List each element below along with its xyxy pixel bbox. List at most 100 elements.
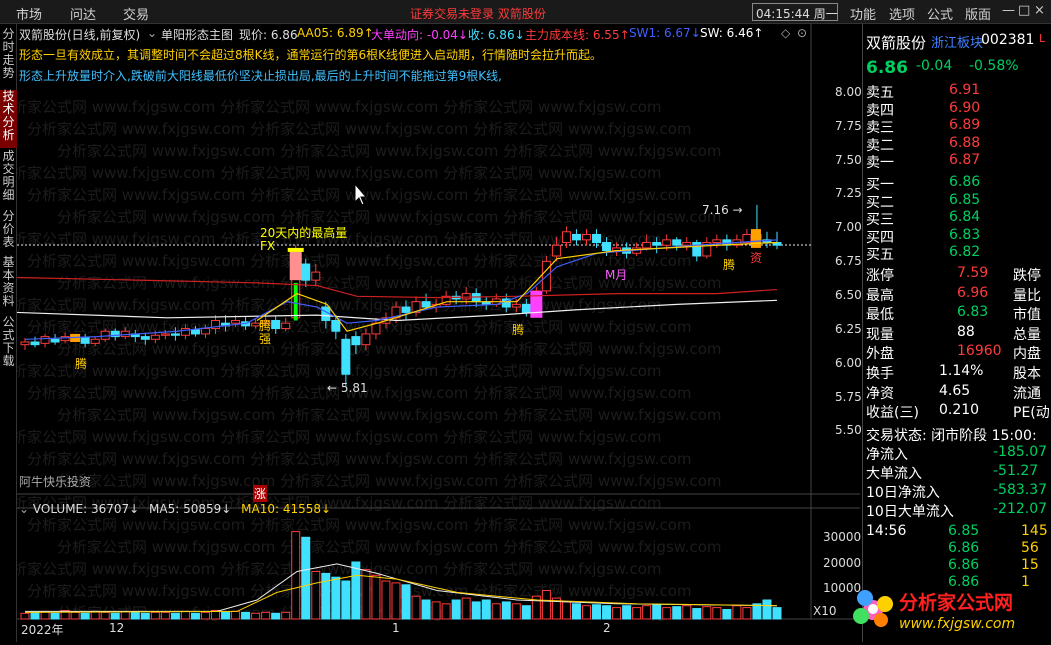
- volume-bar: [421, 599, 431, 620]
- indicator-name[interactable]: 单阳形态主图: [161, 26, 233, 43]
- flag-icon: L: [1039, 32, 1046, 45]
- annotation-low: ← 5.81: [327, 381, 368, 395]
- menu-trade[interactable]: 交易: [123, 4, 149, 23]
- annotation-qiang: 强: [259, 332, 271, 346]
- stat-row-cell: 收益(三): [866, 405, 919, 421]
- minimize-button[interactable]: —: [1002, 3, 1015, 18]
- flow-row: 大单流入 -51.27: [863, 463, 1051, 482]
- stat-row-cell: 总量: [1013, 326, 1041, 343]
- watermark-text: 分析家公式网 www.fxjgsw.com 分析家公式网 www.fxjgsw.…: [57, 538, 722, 556]
- volume-bar: [491, 603, 501, 620]
- stat-row-cell: 6.96: [957, 284, 989, 301]
- price-tick: 7.75: [835, 119, 862, 133]
- indicator-dropdown-icon[interactable]: ⌄: [147, 26, 157, 40]
- price-change: -0.04: [916, 58, 953, 74]
- volume-bar: [571, 603, 581, 620]
- candle-body: [511, 303, 521, 308]
- limit-up-badge: 涨: [253, 485, 268, 502]
- watermark-text: 分析家公式网 www.fxjgsw.com 分析家公式网 www.fxjgsw.…: [17, 428, 662, 446]
- volume-bar: [271, 612, 281, 620]
- candle-body: [40, 336, 50, 344]
- volume-bar: [772, 607, 782, 620]
- annotation-month: M月: [605, 268, 627, 282]
- volume-bar: [702, 606, 712, 620]
- annotation-high: 7.16 →: [702, 203, 743, 217]
- main-cost-value: 主力成本线: 6.55↑: [525, 28, 630, 42]
- menu-options[interactable]: 选项: [889, 4, 915, 23]
- watermark-text: 分析家公式网 www.fxjgsw.com 分析家公式网 www.fxjgsw.…: [17, 164, 662, 182]
- stat-row: 最高 6.96 量比: [863, 285, 1051, 304]
- top-menu-bar: 市场 问达 交易 证券交易未登录 双箭股份 04:15:44 周一 功能 选项 …: [0, 0, 1051, 24]
- menu-function[interactable]: 功能: [850, 4, 876, 23]
- maximize-button[interactable]: □: [1018, 3, 1030, 18]
- date-tick: 2022年: [21, 623, 64, 637]
- volume-bar: [521, 605, 531, 620]
- tab-intraday[interactable]: 分时走势: [0, 28, 17, 90]
- candle-body: [592, 233, 602, 244]
- menu-market[interactable]: 市场: [16, 4, 42, 23]
- volume-bar: [411, 595, 421, 620]
- volume-bar: [140, 612, 150, 620]
- bid-row: 买三 6.84: [863, 209, 1051, 228]
- tab-profile[interactable]: 基本资料: [0, 256, 17, 314]
- menu-formula[interactable]: 公式: [927, 4, 953, 23]
- tab-trades[interactable]: 成交明细: [0, 150, 17, 208]
- candle-body: [461, 293, 471, 300]
- chart-canvas[interactable]: 分析家公式网 www.fxjgsw.com 分析家公式网 www.fxjgsw.…: [17, 24, 860, 642]
- tab-technical[interactable]: 技术分析: [0, 90, 17, 148]
- candle-body: [190, 329, 200, 335]
- candle-body: [571, 233, 581, 241]
- close-button[interactable]: ×: [1034, 3, 1045, 18]
- candle-body: [281, 322, 291, 330]
- candle-body: [662, 239, 672, 246]
- logo-text: 分析家公式网: [899, 592, 1014, 614]
- ask-row: 卖五 6.91: [863, 82, 1051, 101]
- candle-body: [672, 239, 682, 246]
- stat-row-cell: 4.65: [939, 382, 971, 399]
- price-change-pct: -0.58%: [969, 58, 1019, 74]
- volume-bar: [471, 601, 481, 620]
- stat-row-cell: 6.83: [957, 304, 989, 320]
- volume-bar: [261, 611, 271, 620]
- candle-body: [341, 338, 351, 375]
- sector-link[interactable]: 浙江板块: [931, 32, 983, 51]
- panel-close-icon[interactable]: ⊙: [797, 26, 807, 40]
- ask-row-cell: 6.90: [949, 99, 981, 116]
- tab-price-table[interactable]: 分价表: [0, 210, 17, 254]
- price-tick: 7.50: [835, 153, 862, 167]
- signal-cap: [287, 247, 304, 252]
- bid-row: 买一 6.86: [863, 174, 1051, 193]
- date-tick: 2: [603, 621, 611, 635]
- price-tick: 7.25: [835, 186, 862, 200]
- flow-row-cell: 10日净流入: [866, 485, 940, 501]
- volume-bar: [311, 571, 321, 620]
- source-label: 阿牛快乐投资: [19, 475, 92, 489]
- current-price: 现价: 6.86: [239, 28, 298, 42]
- candle-body: [30, 341, 40, 346]
- annotation-teng: 腾: [259, 318, 271, 333]
- login-status[interactable]: 证券交易未登录 双箭股份: [410, 5, 546, 22]
- logo-url: www.fxjgsw.com: [899, 616, 1016, 632]
- volume-bar: [732, 605, 742, 620]
- tick-row-cell: 6.85: [948, 523, 980, 539]
- sw-value: SW: 6.46↑: [700, 26, 764, 40]
- menu-wenda[interactable]: 问达: [70, 4, 96, 23]
- vol-tick: 20000: [823, 556, 862, 570]
- candle-body: [561, 231, 571, 244]
- volume-bar: [301, 536, 311, 620]
- stock-title: 双箭股份(日线,前复权): [19, 28, 141, 42]
- ask-row-cell: 6.91: [949, 82, 981, 98]
- volume-bar: [581, 605, 591, 620]
- stat-row-cell: 外盘: [866, 346, 894, 362]
- volume-value: VOLUME: 36707↓: [32, 502, 140, 516]
- annotation-20day-high: 20天内的最高量: [260, 225, 347, 240]
- tab-formula-download[interactable]: 公式下载: [0, 316, 17, 374]
- candle-body: [50, 338, 60, 343]
- price-tick: 7.00: [835, 220, 862, 234]
- stat-row-cell: 0.210: [939, 402, 980, 418]
- stat-row-cell: 7.59: [957, 265, 989, 281]
- chart-area[interactable]: 分析家公式网 www.fxjgsw.com 分析家公式网 www.fxjgsw.…: [17, 24, 862, 642]
- menu-layout[interactable]: 版面: [965, 4, 991, 23]
- candle-body: [311, 271, 321, 281]
- settings-icon[interactable]: ◇: [781, 26, 790, 40]
